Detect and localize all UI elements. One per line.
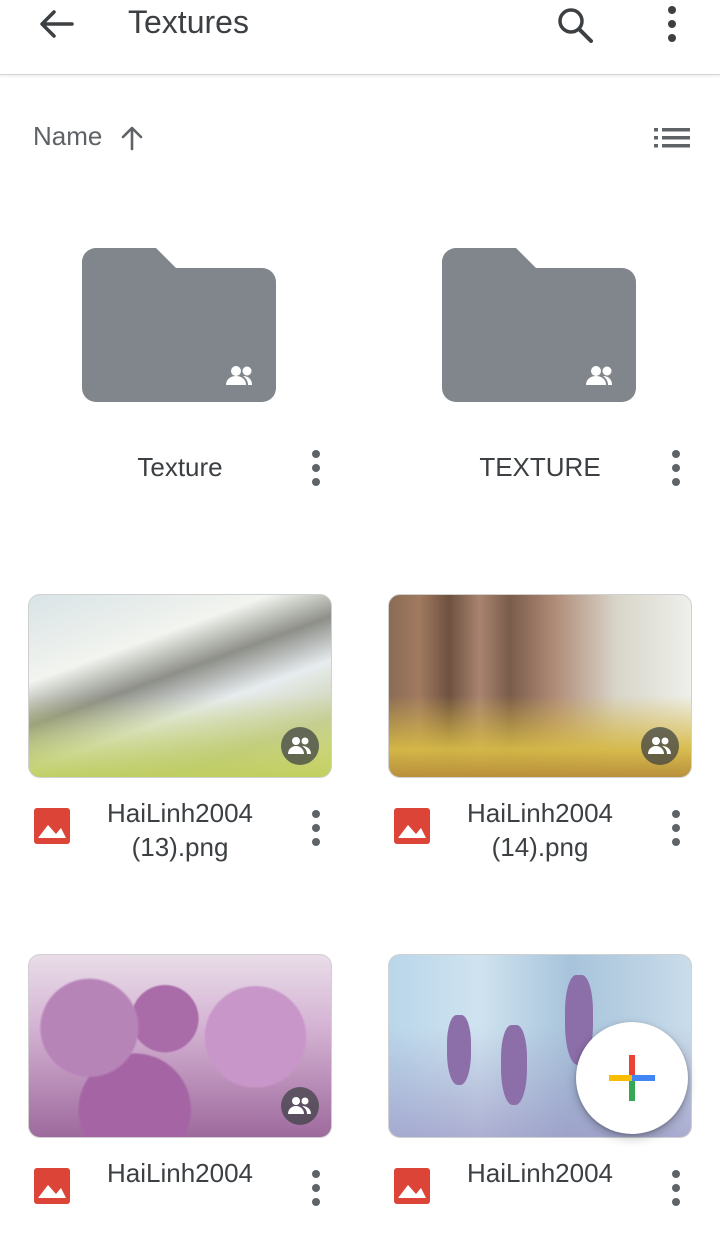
file-item[interactable]: HaiLinh2004 (13).png xyxy=(0,594,360,894)
file-name: HaiLinh2004 (14).png xyxy=(466,798,613,862)
file-name: HaiLinh2004 (13).png xyxy=(106,798,253,862)
back-arrow-icon[interactable] xyxy=(34,2,78,46)
more-options-icon[interactable] xyxy=(300,448,332,488)
more-options-icon[interactable] xyxy=(660,448,692,488)
file-item[interactable]: HaiLinh2004 xyxy=(0,954,360,1254)
sort-arrow-up-icon[interactable] xyxy=(118,124,146,152)
file-item[interactable]: HaiLinh2004 (14).png xyxy=(360,594,720,894)
folder-item[interactable]: Texture xyxy=(0,226,360,516)
thumbnail-detail xyxy=(447,1015,471,1085)
image-file-icon xyxy=(394,1168,430,1204)
list-view-icon[interactable] xyxy=(650,122,694,154)
file-name: HaiLinh2004 xyxy=(106,1158,253,1188)
image-file-icon xyxy=(394,808,430,844)
app-bar: Textures xyxy=(0,0,720,75)
shared-icon xyxy=(281,1087,319,1125)
file-thumbnail[interactable] xyxy=(28,594,332,778)
more-options-icon[interactable] xyxy=(660,808,692,848)
more-options-icon[interactable] xyxy=(660,1168,692,1208)
file-thumbnail[interactable] xyxy=(28,954,332,1138)
page-title: Textures xyxy=(128,4,249,40)
search-icon[interactable] xyxy=(552,2,596,46)
shared-folder-icon xyxy=(440,246,638,406)
shared-folder-icon xyxy=(80,246,278,406)
image-file-icon xyxy=(34,808,70,844)
more-options-icon[interactable] xyxy=(300,1168,332,1208)
shared-icon xyxy=(281,727,319,765)
new-item-fab-button[interactable] xyxy=(576,1022,688,1134)
file-name: HaiLinh2004 xyxy=(466,1158,613,1188)
file-thumbnail[interactable] xyxy=(388,594,692,778)
more-options-icon[interactable] xyxy=(300,808,332,848)
sort-by-name-label[interactable]: Name xyxy=(33,121,102,152)
more-options-icon[interactable] xyxy=(652,2,692,46)
thumbnail-detail xyxy=(501,1025,527,1105)
folder-item[interactable]: TEXTURE xyxy=(360,226,720,516)
image-file-icon xyxy=(34,1168,70,1204)
shared-icon xyxy=(641,727,679,765)
plus-icon xyxy=(609,1055,655,1101)
